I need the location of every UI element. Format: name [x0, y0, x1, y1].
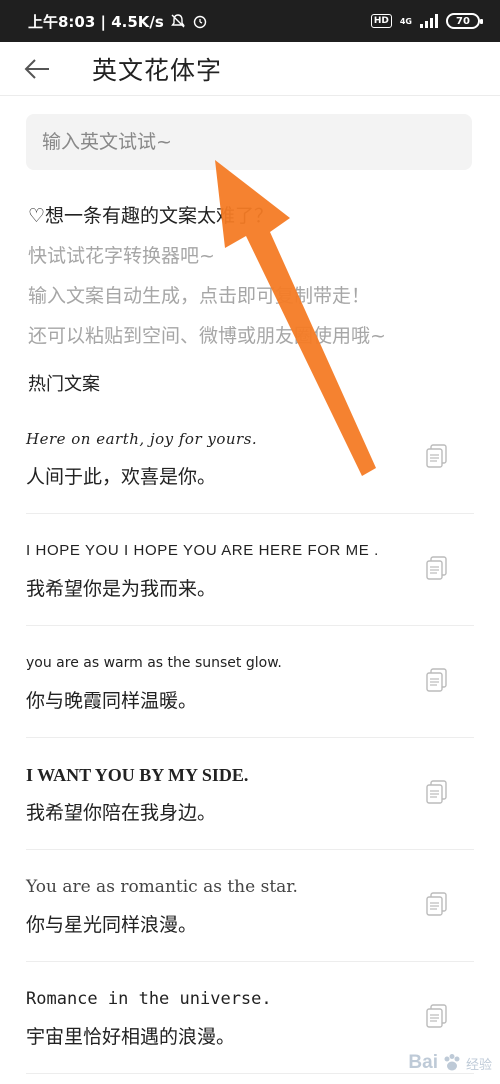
intro-line-1: 快试试花字转换器吧~ [28, 245, 215, 267]
signal-icon [420, 14, 438, 28]
item-english: You are as romantic as the star. [26, 877, 298, 897]
network-type: 4G [399, 16, 412, 26]
section-title-hot: 热门文案 [28, 374, 100, 395]
item-english: Here on earth, joy for yours. [26, 430, 258, 448]
copy-icon[interactable] [426, 556, 448, 580]
item-chinese: 人间于此，欢喜是你。 [26, 466, 217, 488]
hd-badge: HD [370, 14, 392, 28]
back-button[interactable] [14, 46, 60, 92]
intro-line-3: 还可以粘贴到空间、微博或朋友圈使用哦~ [28, 325, 386, 347]
list-item[interactable]: Romance in the universe. 宇宙里恰好相遇的浪漫。 [26, 962, 474, 1074]
list-item[interactable]: Here on earth, joy for yours. 人间于此，欢喜是你。 [26, 402, 474, 514]
copy-icon[interactable] [426, 1004, 448, 1028]
item-english: you are as warm as the sunset glow. [26, 655, 282, 671]
copy-icon[interactable] [426, 892, 448, 916]
battery-icon: 70 [446, 13, 483, 29]
hot-copy-list: Here on earth, joy for yours. 人间于此，欢喜是你。… [26, 402, 474, 1074]
watermark-sub: 经验 [465, 1057, 492, 1073]
status-time-speed: 上午8:03 | 4.5K/s [28, 12, 164, 31]
list-item[interactable]: I HOPE YOU I HOPE YOU ARE HERE FOR ME . … [26, 514, 474, 626]
list-item[interactable]: You are as romantic as the star. 你与星光同样浪… [26, 850, 474, 962]
item-english: I HOPE YOU I HOPE YOU ARE HERE FOR ME . [26, 542, 379, 559]
baidu-watermark: Bai 经验 [408, 1052, 492, 1074]
intro-question: ♡想一条有趣的文案太难了？ [28, 205, 274, 227]
item-chinese: 我希望你陪在我身边。 [26, 802, 217, 824]
item-english: Romance in the universe. [26, 989, 272, 1009]
copy-icon[interactable] [426, 780, 448, 804]
search-input[interactable] [26, 114, 472, 170]
battery-level: 70 [456, 15, 470, 27]
item-chinese: 你与星光同样浪漫。 [26, 914, 198, 936]
list-item[interactable]: you are as warm as the sunset glow. 你与晚霞… [26, 626, 474, 738]
app-header: 英文花体字 [0, 42, 500, 96]
back-arrow-icon [24, 58, 49, 79]
item-chinese: 我希望你是为我而来。 [26, 578, 217, 600]
intro-line-2: 输入文案自动生成，点击即可复制带走！ [28, 285, 371, 307]
paw-icon [444, 1054, 460, 1071]
intro-text: ♡想一条有趣的文案太难了？ 快试试花字转换器吧~ 输入文案自动生成，点击即可复制… [28, 196, 478, 356]
item-english: I WANT YOU BY MY SIDE. [26, 765, 249, 785]
item-chinese: 宇宙里恰好相遇的浪漫。 [26, 1026, 236, 1048]
copy-icon[interactable] [426, 444, 448, 468]
status-right: HD 4G 70 [370, 13, 483, 29]
list-item[interactable]: I WANT YOU BY MY SIDE. 我希望你陪在我身边。 [26, 738, 474, 850]
status-left: 上午8:03 | 4.5K/s [28, 11, 208, 32]
watermark-brand: Bai [408, 1052, 438, 1073]
page-title: 英文花体字 [92, 55, 223, 85]
alarm-icon [193, 15, 207, 29]
copy-icon[interactable] [426, 668, 448, 692]
status-bar: 上午8:03 | 4.5K/s HD 4G 70 [0, 0, 500, 42]
item-chinese: 你与晚霞同样温暖。 [26, 690, 198, 712]
mute-icon [170, 14, 185, 28]
